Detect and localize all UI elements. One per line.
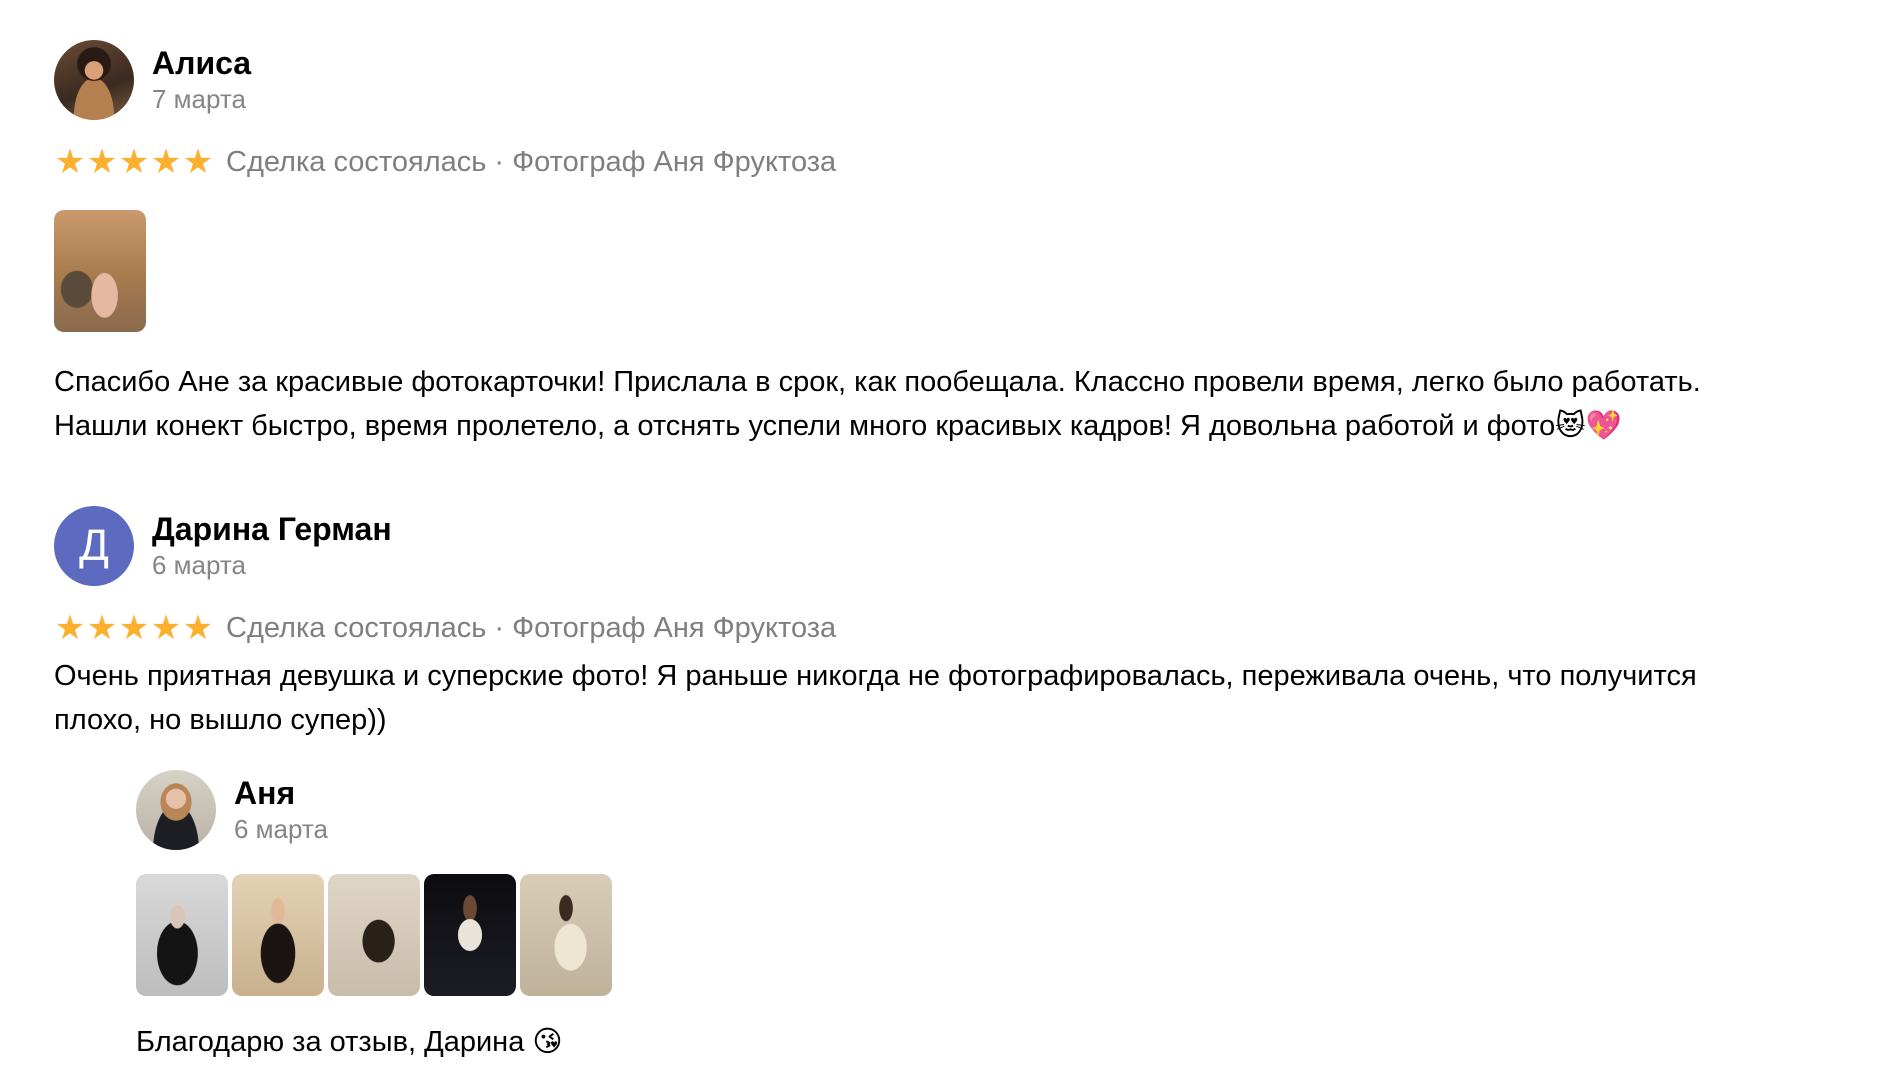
review-header: Алиса 7 марта (54, 40, 1854, 120)
review-photo-thumbnail[interactable] (54, 210, 146, 332)
star-icon: ★ (118, 143, 150, 181)
star-icon: ★ (86, 609, 118, 647)
review-text: Спасибо Ане за красивые фотокарточки! Пр… (54, 360, 1854, 448)
review-text-line: Нашли конект быстро, время пролетело, а … (54, 410, 1622, 442)
avatar[interactable]: Д (54, 506, 134, 586)
star-icon: ★ (54, 609, 86, 647)
reply-photo-thumbnail[interactable] (328, 874, 420, 996)
star-icon: ★ (150, 143, 182, 181)
seller-reply: Аня 6 марта Благодарю за отзыв, Дарина 😘 (136, 770, 1836, 1064)
review-text: Очень приятная девушка и суперские фото!… (54, 654, 1854, 742)
avatar[interactable] (54, 40, 134, 120)
reply-date: 6 марта (234, 814, 328, 844)
review-text-line: Очень приятная девушка и суперские фото!… (54, 660, 1697, 692)
star-icon: ★ (182, 609, 214, 647)
review-date: 6 марта (152, 550, 246, 580)
star-icon: ★ (118, 609, 150, 647)
rating-stars: ★ ★ ★ ★ ★ (54, 145, 214, 179)
author-name[interactable]: Алиса (152, 44, 251, 82)
star-icon: ★ (182, 143, 214, 181)
review-date: 7 марта (152, 84, 246, 114)
review-photos (54, 210, 1854, 332)
star-icon: ★ (86, 143, 118, 181)
deal-status: Сделка состоялась · Фотограф Аня Фруктоз… (226, 611, 837, 644)
avatar[interactable] (136, 770, 216, 850)
review-text-line: плохо, но вышло супер)) (54, 704, 387, 736)
rating-stars: ★ ★ ★ ★ ★ (54, 611, 214, 645)
deal-status: Сделка состоялась · Фотограф Аня Фруктоз… (226, 145, 837, 178)
review-card: Алиса 7 марта ★ ★ ★ ★ ★ Сделка состоялас… (54, 40, 1854, 448)
author-block: Алиса 7 марта (152, 44, 251, 116)
star-icon: ★ (150, 609, 182, 647)
reply-photos (136, 874, 1836, 996)
reply-photo-thumbnail[interactable] (520, 874, 612, 996)
review-meta: ★ ★ ★ ★ ★ Сделка состоялась · Фотограф А… (54, 142, 1854, 182)
author-block: Дарина Герман 6 марта (152, 510, 392, 582)
author-block: Аня 6 марта (234, 774, 328, 846)
reply-photo-thumbnail[interactable] (424, 874, 516, 996)
review-header: Д Дарина Герман 6 марта (54, 506, 1854, 586)
review-meta: ★ ★ ★ ★ ★ Сделка состоялась · Фотограф А… (54, 608, 1854, 648)
reply-photo-thumbnail[interactable] (232, 874, 324, 996)
author-name[interactable]: Аня (234, 774, 328, 812)
author-name[interactable]: Дарина Герман (152, 510, 392, 548)
star-icon: ★ (54, 143, 86, 181)
review-text-line: Спасибо Ане за красивые фотокарточки! Пр… (54, 366, 1701, 398)
reply-photo-thumbnail[interactable] (136, 874, 228, 996)
review-card: Д Дарина Герман 6 марта ★ ★ ★ ★ ★ Сделка… (54, 506, 1854, 742)
reply-text: Благодарю за отзыв, Дарина 😘 (136, 1026, 563, 1058)
reply-header: Аня 6 марта (136, 770, 1836, 850)
